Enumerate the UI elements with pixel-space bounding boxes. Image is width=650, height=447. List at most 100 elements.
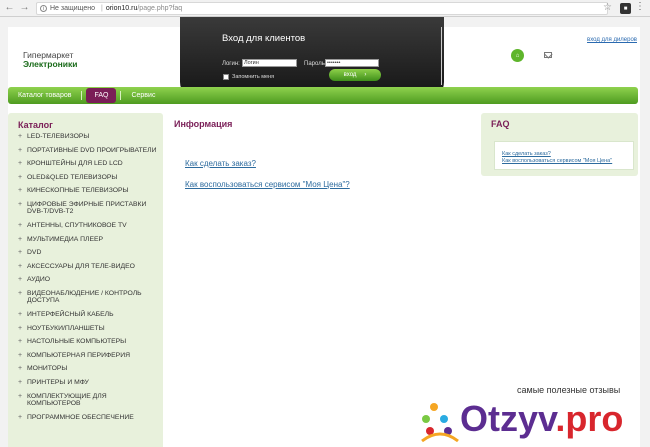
category-item[interactable]: + ПРИНТЕРЫ И МФУ: [18, 379, 160, 386]
home-icon[interactable]: ⌂: [511, 49, 524, 62]
category-item[interactable]: + ИНТЕРФЕЙСНЫЙ КАБЕЛЬ: [18, 311, 160, 318]
browser-menu-icon[interactable]: ⋮: [635, 2, 645, 12]
category-item[interactable]: + НАСТОЛЬНЫЕ КОМПЬЮТЕРЫ: [18, 338, 160, 345]
category-label: КИНЕСКОПНЫЕ ТЕЛЕВИЗОРЫ: [27, 187, 129, 195]
plus-icon: +: [18, 200, 23, 208]
catalog-sidebar: Каталог + LED-ТЕЛЕВИЗОРЫ + ПОРТАТИВНЫЕ DVD…: [8, 113, 163, 447]
browser-toolbar: ← → ↻ i Не защищено | orion10.ru /page.p…: [0, 0, 650, 17]
category-label: МОНИТОРЫ: [27, 365, 68, 373]
category-item[interactable]: + КРОНШТЕЙНЫ ДЛЯ LED LCD: [18, 160, 160, 167]
login-input[interactable]: [242, 59, 297, 67]
category-label: ПРИНТЕРЫ И МФУ: [27, 378, 89, 386]
category-item[interactable]: + ЦИФРОВЫЕ ЭФИРНЫЕ ПРИСТАВКИ DVB-T/DVB-T2: [18, 201, 160, 216]
main-nav: Каталог товаров FAQ Сервис: [8, 87, 638, 104]
faq-box: FAQ Как сделать заказ? Как воспользовать…: [481, 113, 638, 176]
category-label: КРОНШТЕЙНЫ ДЛЯ LED LCD: [27, 160, 123, 168]
plus-icon: +: [18, 173, 23, 181]
category-label: DVD: [27, 249, 42, 257]
category-item[interactable]: + DVD: [18, 249, 160, 256]
plus-icon: +: [18, 324, 23, 332]
plus-icon: +: [18, 221, 23, 229]
category-item[interactable]: + ПРОГРАММНОЕ ОБЕСПЕЧЕНИЕ: [18, 414, 160, 421]
category-item[interactable]: + НОУТБУКИ/ПЛАНШЕТЫ: [18, 325, 160, 332]
category-label: НОУТБУКИ/ПЛАНШЕТЫ: [27, 324, 105, 332]
category-item[interactable]: + АНТЕННЫ, СПУТНИКОВОЕ TV: [18, 222, 160, 229]
category-label: ПРОГРАММНОЕ ОБЕСПЕЧЕНИЕ: [27, 413, 134, 421]
remember-label: Запомнить меня: [232, 74, 275, 80]
nav-catalog[interactable]: Каталог товаров: [8, 87, 81, 104]
category-item[interactable]: + OLED&QLED ТЕЛЕВИЗОРЫ: [18, 174, 160, 181]
site-logo[interactable]: Гипермаркет Электроники: [23, 51, 78, 69]
login-button[interactable]: вход ›: [329, 69, 381, 81]
watermark-brand: Otzyv.pro: [460, 400, 623, 438]
faq-link-my-price[interactable]: Как воспользоваться сервисом "Моя Цена"?: [185, 180, 350, 189]
arrow-right-icon: ›: [364, 72, 367, 78]
category-item[interactable]: + АУДИО: [18, 276, 160, 283]
watermark-tagline: самые полезные отзывы: [517, 385, 621, 395]
plus-icon: +: [18, 310, 23, 318]
nav-faq[interactable]: FAQ: [86, 88, 117, 103]
page: Гипермаркет Электроники Вход для клиенто…: [8, 17, 640, 447]
category-label: КОМПЛЕКТУЮЩИЕ ДЛЯ КОМПЬЮТЕРОВ: [27, 392, 107, 407]
plus-icon: +: [18, 378, 23, 386]
category-item[interactable]: + МУЛЬТИМЕДИА ПЛЕЕР: [18, 236, 160, 243]
plus-icon: +: [18, 289, 23, 297]
category-label: OLED&QLED ТЕЛЕВИЗОРЫ: [27, 173, 118, 181]
category-item[interactable]: + КИНЕСКОПНЫЕ ТЕЛЕВИЗОРЫ: [18, 187, 160, 194]
back-icon[interactable]: ←: [4, 3, 15, 14]
category-label: ЦИФРОВЫЕ ЭФИРНЫЕ ПРИСТАВКИ DVB-T/DVB-T2: [27, 200, 147, 216]
category-label: КОМПЬЮТЕРНАЯ ПЕРИФЕРИЯ: [27, 351, 130, 359]
security-label: Не защищено: [50, 5, 95, 12]
nav-service[interactable]: Сервис: [121, 87, 165, 104]
faq-box-title: FAQ: [491, 119, 510, 129]
category-label: АУДИО: [27, 276, 51, 284]
category-label: АНТЕННЫ, СПУТНИКОВОЕ TV: [27, 221, 127, 229]
category-item[interactable]: + АКСЕССУАРЫ ДЛЯ ТЕЛЕ-ВИДЕО: [18, 263, 160, 270]
plus-icon: +: [18, 413, 23, 421]
login-button-label: вход: [343, 72, 357, 78]
dealers-login-link[interactable]: вход для дилеров: [587, 37, 637, 43]
faq-box-link-order[interactable]: Как сделать заказ?: [502, 151, 551, 157]
url-domain: orion10.ru: [105, 5, 138, 12]
extension-icon[interactable]: ■: [620, 3, 631, 14]
info-title: Информация: [174, 119, 233, 129]
address-bar[interactable]: i Не защищено | orion10.ru /page.php?faq: [36, 2, 608, 15]
category-label: НАСТОЛЬНЫЕ КОМПЬЮТЕРЫ: [27, 338, 127, 346]
category-label: ВИДЕОНАБЛЮДЕНИЕ / КОНТРОЛЬ ДОСТУПА: [27, 289, 142, 305]
watermark-brand-tld: pro: [565, 398, 624, 439]
watermark-brand-main: Otzyv: [460, 398, 556, 439]
nav-separator: [81, 91, 83, 100]
plus-icon: +: [18, 249, 23, 257]
remember-checkbox[interactable]: [223, 74, 229, 80]
url-separator: |: [101, 5, 103, 12]
category-item[interactable]: + LED-ТЕЛЕВИЗОРЫ: [18, 133, 160, 140]
category-list: + LED-ТЕЛЕВИЗОРЫ + ПОРТАТИВНЫЕ DVD ПРОИГРЫ…: [18, 133, 160, 427]
plus-icon: +: [18, 187, 23, 195]
plus-icon: +: [18, 351, 23, 359]
password-input[interactable]: [325, 59, 379, 67]
forward-icon[interactable]: →: [19, 3, 30, 14]
category-item[interactable]: + ПОРТАТИВНЫЕ DVD ПРОИГРЫВАТЕЛИ: [18, 147, 160, 154]
plus-icon: +: [18, 276, 23, 284]
category-label: ИНТЕРФЕЙСНЫЙ КАБЕЛЬ: [27, 310, 114, 318]
plus-icon: +: [18, 262, 23, 270]
plus-icon: +: [18, 338, 23, 346]
bookmark-star-icon[interactable]: ☆: [603, 2, 612, 13]
category-label: ПОРТАТИВНЫЕ DVD ПРОИГРЫВАТЕЛИ: [27, 146, 157, 154]
plus-icon: +: [18, 235, 23, 243]
plus-icon: +: [18, 365, 23, 373]
faq-link-order[interactable]: Как сделать заказ?: [185, 159, 256, 168]
password-label: Пароль:: [304, 61, 327, 67]
logo-line2: Электроники: [23, 59, 78, 69]
plus-icon: +: [18, 160, 23, 168]
mail-icon[interactable]: [544, 52, 552, 58]
category-item[interactable]: + МОНИТОРЫ: [18, 365, 160, 372]
category-item[interactable]: + КОМПЬЮТЕРНАЯ ПЕРИФЕРИЯ: [18, 352, 160, 359]
info-icon[interactable]: i: [40, 5, 47, 12]
faq-box-link-my-price[interactable]: Как воспользоваться сервисом "Моя Цена": [502, 158, 612, 164]
header-divider: [441, 27, 442, 85]
category-item[interactable]: + ВИДЕОНАБЛЮДЕНИЕ / КОНТРОЛЬ ДОСТУПА: [18, 290, 160, 305]
faq-box-links: Как сделать заказ? Как воспользоваться с…: [494, 141, 634, 170]
category-item[interactable]: + КОМПЛЕКТУЮЩИЕ ДЛЯ КОМПЬЮТЕРОВ: [18, 393, 160, 408]
category-label: АКСЕССУАРЫ ДЛЯ ТЕЛЕ-ВИДЕО: [27, 262, 135, 270]
